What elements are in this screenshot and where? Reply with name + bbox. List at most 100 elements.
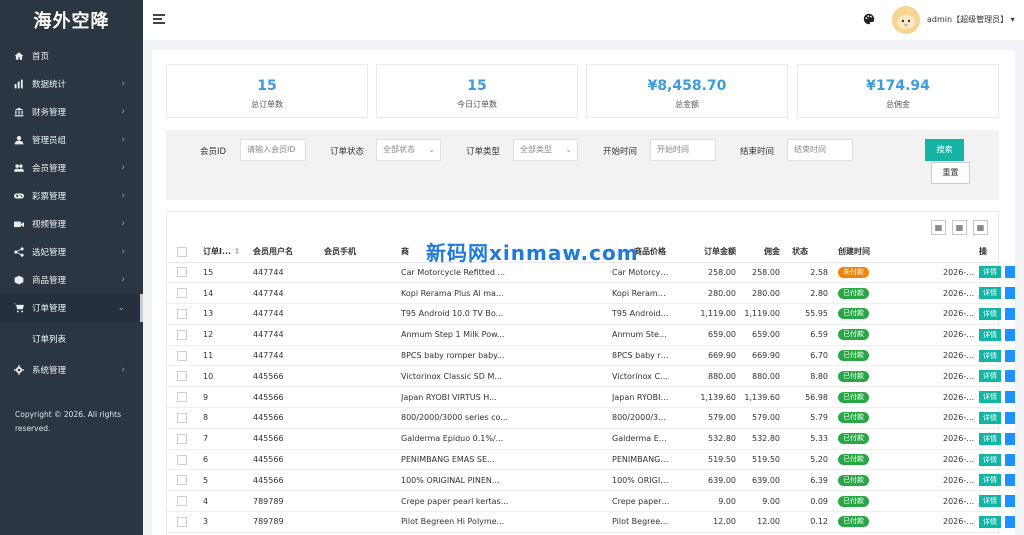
detail-button[interactable]: 详情 [979,307,1001,320]
detail-button[interactable]: 详情 [979,391,1001,404]
edit-button[interactable] [1005,307,1015,320]
cell-actions: 详情 [979,345,1015,367]
table-row[interactable]: 3 789789 Pilot Begreen Hi Polyme... Pilot B… [167,511,1015,533]
row-checkbox[interactable] [177,329,187,340]
sidebar-item-label: 财务管理 [32,108,67,118]
cell-product-name: 8PCS baby romper baby... [401,345,612,367]
end-time-input[interactable]: 结束时间 [787,139,853,161]
columns-icon[interactable]: ▦ [931,220,946,235]
row-checkbox[interactable] [177,433,187,444]
table-row[interactable]: 5 445566 100% ORIGINAL PINEN... 100% ORIGIN… [167,469,1015,492]
detail-button[interactable]: 详情 [979,515,1001,528]
table-row[interactable]: 6 445566 PENIMBANG EMAS SE... PENIMBANG E..… [167,449,1015,471]
edit-button[interactable] [1005,349,1015,362]
cell-order-id: 10 [203,365,253,388]
sidebar-item-7[interactable]: 选妃管理 › [0,238,143,266]
row-checkbox[interactable] [177,308,187,319]
sidebar-item-5[interactable]: 彩票管理 › [0,182,143,210]
edit-button[interactable] [1005,266,1015,279]
chevron-right-icon: › [121,247,125,257]
reset-button[interactable]: 重置 [931,162,970,184]
cell-order-id: 5 [203,469,253,492]
row-checkbox[interactable] [177,392,187,403]
start-time-input[interactable]: 开始时间 [650,139,716,161]
sidebar-item-6[interactable]: 视频管理 › [0,210,143,238]
table-row[interactable]: 9 445566 Japan RYOBI VIRTUS H... Japan RYOB… [167,386,1015,409]
sidebar-item-label: 系统管理 [32,366,67,376]
cell-actions: 详情 [979,469,1015,492]
table-row[interactable]: 13 447744 T95 Android 10.0 TV Bo... T95 And… [167,303,1015,325]
sidebar-item-label: 选妃管理 [32,248,67,258]
edit-button[interactable] [1005,495,1015,508]
stat-total-commission: ¥174.94 总佣金 [797,64,999,118]
detail-button[interactable]: 详情 [979,328,1001,341]
edit-button[interactable] [1005,515,1015,528]
avatar[interactable] [892,6,920,34]
edit-button[interactable] [1005,287,1015,300]
row-checkbox[interactable] [177,475,187,486]
cell-username: 789789 [253,490,324,513]
table-row[interactable]: 4 789789 Crepe paper pearl kertas... Crepe … [167,490,1015,513]
row-checkbox[interactable] [177,350,187,361]
cell-created: 2026-05-18 17:10:48 [937,407,979,429]
row-checkbox[interactable] [177,454,187,465]
sidebar-item-3[interactable]: 管理员组 › [0,126,143,154]
row-select [167,469,203,492]
row-checkbox[interactable] [177,288,187,299]
cell-product-name: T95 Android 10.0 TV Bo... [401,303,612,325]
detail-button[interactable]: 详情 [979,349,1001,362]
edit-button[interactable] [1005,453,1015,466]
table-row[interactable]: 11 447744 8PCS baby romper baby... 8PCS bab… [167,345,1015,367]
col-order-id[interactable]: 订单I... ⇕ [203,242,253,263]
stat-value: ¥8,458.70 [647,78,727,94]
sidebar-item-0[interactable]: 首页 [0,42,143,70]
detail-button[interactable]: 详情 [979,287,1001,300]
table-row[interactable]: 14 447744 Kopi Rerama Plus Al ma... Kopi Re… [167,282,1015,305]
menu-toggle-icon[interactable] [153,14,165,24]
users-icon [13,163,24,174]
edit-button[interactable] [1005,391,1015,404]
export-icon[interactable]: ▦ [952,220,967,235]
sidebar-item-1[interactable]: 数据统计 › [0,70,143,98]
row-checkbox[interactable] [177,516,187,527]
detail-button[interactable]: 详情 [979,432,1001,445]
bar-chart-icon [13,79,24,90]
row-select [167,303,203,325]
sidebar-item-8[interactable]: 商品管理 › [0,266,143,294]
detail-button[interactable]: 详情 [979,453,1001,466]
edit-button[interactable] [1005,432,1015,445]
row-checkbox[interactable] [177,496,187,507]
detail-button[interactable]: 详情 [979,474,1001,487]
edit-button[interactable] [1005,474,1015,487]
user-menu[interactable]: admin【超级管理员】 ▾ [927,14,1015,25]
cell-product-title: 100% ORIGINAL ... [612,469,670,492]
edit-button[interactable] [1005,328,1015,341]
table-row[interactable]: 12 447744 Anmum Step 1 Milk Pow... Anmum St… [167,324,1015,346]
cell-product-title: Anmum Step 1 ... [612,324,670,346]
edit-button[interactable] [1005,411,1015,424]
table-row[interactable]: 8 445566 800/2000/3000 series co... 800/200… [167,407,1015,429]
row-checkbox[interactable] [177,412,187,423]
detail-button[interactable]: 详情 [979,266,1001,279]
table-row[interactable]: 10 445566 Victorinox Classic SD M... Victor… [167,365,1015,388]
member-id-label: 会员ID [200,147,227,157]
edit-button[interactable] [1005,370,1015,383]
detail-button[interactable]: 详情 [979,411,1001,424]
order-status-select[interactable]: 全部状态 ⌄ [376,139,441,161]
order-type-select[interactable]: 全部类型 ⌄ [513,139,578,161]
select-all-checkbox[interactable] [177,246,187,257]
palette-icon[interactable] [863,13,875,25]
search-button[interactable]: 搜索 [925,139,964,161]
row-checkbox[interactable] [177,267,187,278]
sidebar-item-system[interactable]: 系统管理 › [0,356,143,384]
print-icon[interactable]: ▦ [973,220,988,235]
sidebar-item-2[interactable]: 财务管理 › [0,98,143,126]
row-checkbox[interactable] [177,371,187,382]
member-id-input[interactable]: 请输入会员ID [240,139,306,161]
detail-button[interactable]: 详情 [979,370,1001,383]
sidebar-item-9[interactable]: 订单管理 ⌄ [0,294,143,322]
sidebar-item-4[interactable]: 会员管理 › [0,154,143,182]
table-row[interactable]: 7 445566 Galderma Epiduo 0.1%/... Galderma … [167,428,1015,450]
detail-button[interactable]: 详情 [979,495,1001,508]
sidebar-subitem-order-list[interactable]: 订单列表 [0,322,143,356]
